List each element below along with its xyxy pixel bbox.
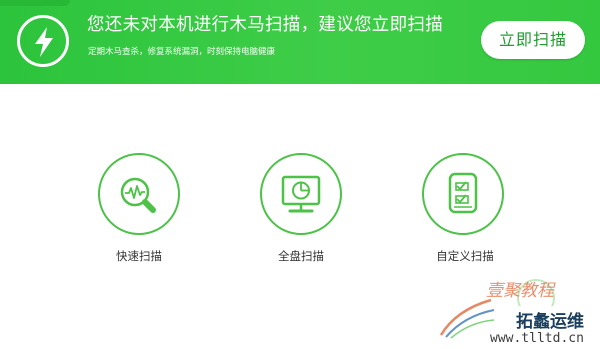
full-scan-button[interactable]	[260, 153, 342, 235]
custom-scan-button[interactable]	[422, 153, 504, 235]
banner-headline: 您还未对本机进行木马扫描，建议您立即扫描	[87, 15, 443, 35]
quick-scan-button[interactable]	[98, 153, 180, 235]
lightning-bolt-icon	[17, 15, 69, 67]
banner-top-tab	[0, 0, 70, 6]
custom-scan-label: 自定义扫描	[436, 249, 494, 263]
quick-scan-label: 快速扫描	[116, 249, 162, 263]
banner-subline: 定期木马查杀，修复系统漏洞，时刻保持电脑健康	[88, 47, 276, 57]
custom-scan-checklist-icon	[448, 172, 478, 214]
full-scan-monitor-icon	[281, 175, 321, 213]
watermark-url: www.tlltd.cn	[490, 331, 584, 346]
quick-scan-magnifier-icon	[120, 177, 156, 213]
scan-now-button[interactable]: 立即扫描	[481, 21, 585, 59]
site-watermark: 壹聚教程 拓蠡运维 www.tlltd.cn	[436, 270, 600, 349]
watermark-subtitle: 拓蠡运维	[516, 312, 584, 332]
full-scan-label: 全盘扫描	[278, 249, 324, 263]
header-banner: 您还未对本机进行木马扫描，建议您立即扫描 定期木马查杀，修复系统漏洞，时刻保持电…	[0, 0, 600, 84]
watermark-title: 壹聚教程	[486, 281, 554, 301]
